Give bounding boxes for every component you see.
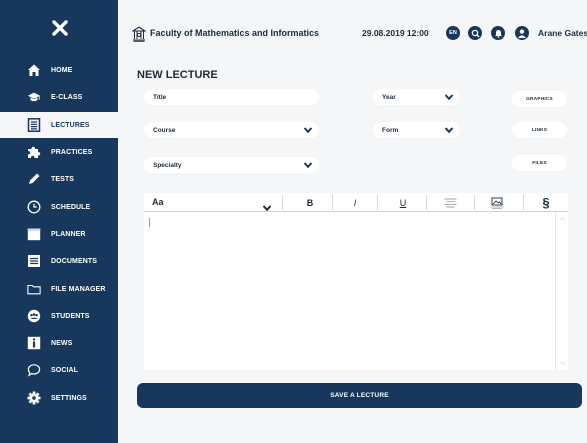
editor-toolbar: Aa B I U § bbox=[144, 193, 568, 212]
graduation-cap-icon bbox=[27, 90, 41, 104]
toolbar-divider bbox=[523, 195, 524, 210]
course-select-label: Course bbox=[153, 126, 176, 134]
form-select-label: Form bbox=[382, 126, 399, 134]
sidebar-item-social[interactable]: SOCIAL bbox=[0, 357, 118, 383]
sidebar-item-label: SCHEDULE bbox=[51, 203, 91, 211]
students-icon bbox=[27, 309, 41, 323]
sidebar-item-label: HOME bbox=[51, 66, 73, 74]
sidebar-item-label: SOCIAL bbox=[51, 366, 79, 374]
course-select[interactable]: Course bbox=[144, 122, 319, 138]
underline-button[interactable]: U bbox=[388, 193, 418, 212]
sidebar-item-e-class[interactable]: E-CLASS bbox=[0, 84, 118, 110]
sidebar-item-label: LECTURES bbox=[51, 121, 90, 129]
sidebar-item-tests[interactable]: TESTS bbox=[0, 166, 118, 192]
toolbar-divider bbox=[474, 195, 475, 210]
sidebar-item-lectures[interactable]: LECTURES bbox=[0, 112, 118, 138]
title-field-label: Title bbox=[153, 93, 167, 101]
sidebar-item-planner[interactable]: PLANNER bbox=[0, 221, 118, 247]
sidebar-item-label: DOCUMENTS bbox=[51, 257, 98, 265]
toolbar-divider bbox=[282, 195, 283, 210]
sidebar-item-documents[interactable]: DOCUMENTS bbox=[0, 248, 118, 274]
chat-icon bbox=[27, 363, 41, 377]
date-time: 29.08.2019 12:00 bbox=[362, 28, 429, 38]
sidebar-item-label: NEWS bbox=[51, 339, 73, 347]
bell-icon bbox=[494, 29, 503, 38]
documents-icon bbox=[27, 254, 41, 268]
search-button[interactable] bbox=[468, 26, 482, 40]
sidebar-item-file-manager[interactable]: FILE MANAGER bbox=[0, 276, 118, 302]
sidebar-item-label: E-CLASS bbox=[51, 93, 83, 101]
gear-icon bbox=[27, 391, 41, 405]
language-label: EN bbox=[449, 30, 457, 36]
specialty-select-label: Specialty bbox=[153, 161, 182, 169]
lecture-editor: Aa B I U § bbox=[144, 193, 568, 370]
sidebar-item-settings[interactable]: SETTINGS bbox=[0, 385, 118, 411]
pencil-icon bbox=[27, 172, 41, 186]
align-center-icon[interactable] bbox=[435, 193, 465, 212]
sidebar-item-home[interactable]: HOME bbox=[0, 57, 118, 83]
italic-button[interactable]: I bbox=[340, 193, 370, 212]
graphics-button[interactable]: GRAPHICS bbox=[512, 91, 567, 107]
sidebar-item-schedule[interactable]: SCHEDULE bbox=[0, 194, 118, 220]
search-icon bbox=[471, 29, 480, 38]
calendar-icon bbox=[27, 227, 41, 241]
sidebar-item-label: STUDENTS bbox=[51, 312, 90, 320]
clock-icon bbox=[27, 200, 41, 214]
chevron-down-icon[interactable] bbox=[262, 199, 272, 212]
sidebar-item-practices[interactable]: PRACTICES bbox=[0, 139, 118, 165]
sidebar-item-label: PRACTICES bbox=[51, 148, 93, 156]
toolbar-divider bbox=[332, 195, 333, 210]
font-select-label[interactable]: Aa bbox=[152, 197, 164, 207]
user-icon bbox=[517, 28, 527, 38]
editor-text-area[interactable] bbox=[144, 212, 554, 370]
toolbar-divider bbox=[426, 195, 427, 210]
close-icon[interactable] bbox=[48, 16, 72, 40]
user-avatar[interactable] bbox=[515, 26, 529, 40]
user-name: Arane Gates bbox=[538, 28, 587, 38]
image-icon[interactable] bbox=[482, 193, 512, 212]
document-lines-icon bbox=[27, 118, 41, 132]
links-button[interactable]: LINKS bbox=[512, 122, 567, 138]
sidebar: HOME E-CLASS LECTURES PRACTICES TESTS SC… bbox=[0, 0, 118, 443]
title-field[interactable]: Title bbox=[144, 89, 319, 105]
puzzle-icon bbox=[27, 145, 41, 159]
chevron-down-icon bbox=[444, 93, 454, 101]
faculty-logo-icon bbox=[131, 26, 147, 42]
home-icon bbox=[27, 63, 41, 77]
sidebar-item-label: FILE MANAGER bbox=[51, 285, 106, 293]
chevron-down-icon bbox=[303, 161, 313, 169]
sidebar-item-label: PLANNER bbox=[51, 230, 86, 238]
sidebar-item-label: TESTS bbox=[51, 175, 75, 183]
toolbar-divider bbox=[377, 195, 378, 210]
editor-scrollbar[interactable] bbox=[555, 212, 568, 370]
section-symbol-button[interactable]: § bbox=[531, 193, 561, 212]
chevron-down-icon bbox=[303, 126, 313, 134]
files-button[interactable]: FILES bbox=[512, 155, 567, 171]
info-icon bbox=[27, 336, 41, 350]
notifications-button[interactable] bbox=[491, 26, 505, 40]
page-title: NEW LECTURE bbox=[137, 69, 218, 81]
sidebar-item-students[interactable]: STUDENTS bbox=[0, 303, 118, 329]
sidebar-item-label: SETTINGS bbox=[51, 394, 87, 402]
year-select[interactable]: Year bbox=[373, 89, 460, 105]
app-title: Faculty of Mathematics and Informatics bbox=[150, 28, 320, 38]
text-caret bbox=[149, 218, 150, 227]
specialty-select[interactable]: Specialty bbox=[144, 157, 319, 173]
form-select[interactable]: Form bbox=[373, 122, 460, 138]
sidebar-item-news[interactable]: NEWS bbox=[0, 330, 118, 356]
language-button[interactable]: EN bbox=[446, 26, 460, 40]
folder-icon bbox=[27, 282, 41, 296]
year-select-label: Year bbox=[382, 93, 396, 101]
chevron-down-icon bbox=[444, 126, 454, 134]
bold-button[interactable]: B bbox=[295, 193, 325, 212]
save-lecture-button[interactable]: SAVE A LECTURE bbox=[137, 383, 582, 408]
